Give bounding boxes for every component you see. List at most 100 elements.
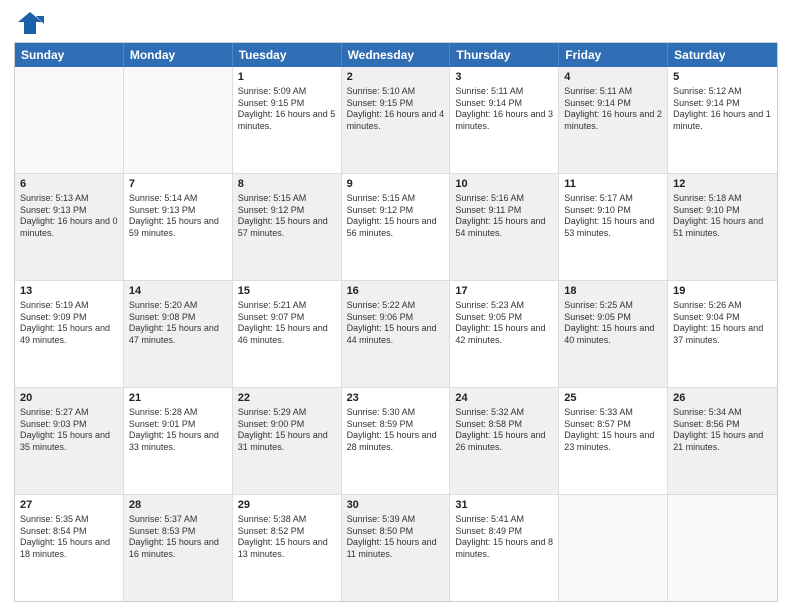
calendar-cell-empty [559, 495, 668, 601]
cell-info: Sunrise: 5:34 AM Sunset: 8:56 PM Dayligh… [673, 407, 772, 454]
day-number: 9 [347, 177, 445, 192]
weekday-header-friday: Friday [559, 43, 668, 67]
cell-info: Sunrise: 5:15 AM Sunset: 9:12 PM Dayligh… [238, 193, 336, 240]
week-row-3: 13Sunrise: 5:19 AM Sunset: 9:09 PM Dayli… [15, 281, 777, 388]
day-number: 8 [238, 177, 336, 192]
day-number: 10 [455, 177, 553, 192]
day-number: 23 [347, 391, 445, 406]
calendar-header: SundayMondayTuesdayWednesdayThursdayFrid… [15, 43, 777, 67]
cell-info: Sunrise: 5:38 AM Sunset: 8:52 PM Dayligh… [238, 514, 336, 561]
day-number: 31 [455, 498, 553, 513]
day-number: 2 [347, 70, 445, 85]
calendar-cell-1: 1Sunrise: 5:09 AM Sunset: 9:15 PM Daylig… [233, 67, 342, 173]
day-number: 24 [455, 391, 553, 406]
day-number: 28 [129, 498, 227, 513]
day-number: 15 [238, 284, 336, 299]
day-number: 25 [564, 391, 662, 406]
calendar-cell-18: 18Sunrise: 5:25 AM Sunset: 9:05 PM Dayli… [559, 281, 668, 387]
day-number: 30 [347, 498, 445, 513]
calendar-cell-16: 16Sunrise: 5:22 AM Sunset: 9:06 PM Dayli… [342, 281, 451, 387]
calendar-cell-4: 4Sunrise: 5:11 AM Sunset: 9:14 PM Daylig… [559, 67, 668, 173]
day-number: 1 [238, 70, 336, 85]
cell-info: Sunrise: 5:11 AM Sunset: 9:14 PM Dayligh… [564, 86, 662, 133]
week-row-2: 6Sunrise: 5:13 AM Sunset: 9:13 PM Daylig… [15, 174, 777, 281]
cell-info: Sunrise: 5:27 AM Sunset: 9:03 PM Dayligh… [20, 407, 118, 454]
calendar-cell-19: 19Sunrise: 5:26 AM Sunset: 9:04 PM Dayli… [668, 281, 777, 387]
calendar-cell-22: 22Sunrise: 5:29 AM Sunset: 9:00 PM Dayli… [233, 388, 342, 494]
day-number: 6 [20, 177, 118, 192]
cell-info: Sunrise: 5:17 AM Sunset: 9:10 PM Dayligh… [564, 193, 662, 240]
day-number: 12 [673, 177, 772, 192]
header [14, 10, 778, 36]
cell-info: Sunrise: 5:11 AM Sunset: 9:14 PM Dayligh… [455, 86, 553, 133]
calendar-cell-17: 17Sunrise: 5:23 AM Sunset: 9:05 PM Dayli… [450, 281, 559, 387]
day-number: 21 [129, 391, 227, 406]
cell-info: Sunrise: 5:39 AM Sunset: 8:50 PM Dayligh… [347, 514, 445, 561]
day-number: 29 [238, 498, 336, 513]
week-row-4: 20Sunrise: 5:27 AM Sunset: 9:03 PM Dayli… [15, 388, 777, 495]
calendar-cell-empty [15, 67, 124, 173]
calendar-cell-empty [124, 67, 233, 173]
day-number: 26 [673, 391, 772, 406]
day-number: 16 [347, 284, 445, 299]
cell-info: Sunrise: 5:37 AM Sunset: 8:53 PM Dayligh… [129, 514, 227, 561]
calendar-cell-8: 8Sunrise: 5:15 AM Sunset: 9:12 PM Daylig… [233, 174, 342, 280]
day-number: 22 [238, 391, 336, 406]
calendar-cell-12: 12Sunrise: 5:18 AM Sunset: 9:10 PM Dayli… [668, 174, 777, 280]
calendar-cell-26: 26Sunrise: 5:34 AM Sunset: 8:56 PM Dayli… [668, 388, 777, 494]
weekday-header-thursday: Thursday [450, 43, 559, 67]
cell-info: Sunrise: 5:23 AM Sunset: 9:05 PM Dayligh… [455, 300, 553, 347]
calendar-cell-15: 15Sunrise: 5:21 AM Sunset: 9:07 PM Dayli… [233, 281, 342, 387]
calendar-cell-27: 27Sunrise: 5:35 AM Sunset: 8:54 PM Dayli… [15, 495, 124, 601]
calendar-cell-9: 9Sunrise: 5:15 AM Sunset: 9:12 PM Daylig… [342, 174, 451, 280]
cell-info: Sunrise: 5:12 AM Sunset: 9:14 PM Dayligh… [673, 86, 772, 133]
calendar-cell-14: 14Sunrise: 5:20 AM Sunset: 9:08 PM Dayli… [124, 281, 233, 387]
cell-info: Sunrise: 5:16 AM Sunset: 9:11 PM Dayligh… [455, 193, 553, 240]
cell-info: Sunrise: 5:09 AM Sunset: 9:15 PM Dayligh… [238, 86, 336, 133]
weekday-header-monday: Monday [124, 43, 233, 67]
day-number: 20 [20, 391, 118, 406]
day-number: 14 [129, 284, 227, 299]
calendar-cell-31: 31Sunrise: 5:41 AM Sunset: 8:49 PM Dayli… [450, 495, 559, 601]
weekday-header-wednesday: Wednesday [342, 43, 451, 67]
calendar-cell-6: 6Sunrise: 5:13 AM Sunset: 9:13 PM Daylig… [15, 174, 124, 280]
day-number: 11 [564, 177, 662, 192]
calendar-cell-11: 11Sunrise: 5:17 AM Sunset: 9:10 PM Dayli… [559, 174, 668, 280]
cell-info: Sunrise: 5:10 AM Sunset: 9:15 PM Dayligh… [347, 86, 445, 133]
logo [14, 10, 48, 36]
day-number: 13 [20, 284, 118, 299]
calendar-cell-empty [668, 495, 777, 601]
cell-info: Sunrise: 5:14 AM Sunset: 9:13 PM Dayligh… [129, 193, 227, 240]
calendar-cell-29: 29Sunrise: 5:38 AM Sunset: 8:52 PM Dayli… [233, 495, 342, 601]
calendar-cell-5: 5Sunrise: 5:12 AM Sunset: 9:14 PM Daylig… [668, 67, 777, 173]
cell-info: Sunrise: 5:21 AM Sunset: 9:07 PM Dayligh… [238, 300, 336, 347]
day-number: 7 [129, 177, 227, 192]
calendar-cell-23: 23Sunrise: 5:30 AM Sunset: 8:59 PM Dayli… [342, 388, 451, 494]
day-number: 19 [673, 284, 772, 299]
cell-info: Sunrise: 5:15 AM Sunset: 9:12 PM Dayligh… [347, 193, 445, 240]
day-number: 3 [455, 70, 553, 85]
calendar-cell-7: 7Sunrise: 5:14 AM Sunset: 9:13 PM Daylig… [124, 174, 233, 280]
cell-info: Sunrise: 5:35 AM Sunset: 8:54 PM Dayligh… [20, 514, 118, 561]
calendar-cell-2: 2Sunrise: 5:10 AM Sunset: 9:15 PM Daylig… [342, 67, 451, 173]
cell-info: Sunrise: 5:25 AM Sunset: 9:05 PM Dayligh… [564, 300, 662, 347]
calendar: SundayMondayTuesdayWednesdayThursdayFrid… [14, 42, 778, 602]
weekday-header-saturday: Saturday [668, 43, 777, 67]
cell-info: Sunrise: 5:20 AM Sunset: 9:08 PM Dayligh… [129, 300, 227, 347]
calendar-cell-28: 28Sunrise: 5:37 AM Sunset: 8:53 PM Dayli… [124, 495, 233, 601]
cell-info: Sunrise: 5:26 AM Sunset: 9:04 PM Dayligh… [673, 300, 772, 347]
weekday-header-tuesday: Tuesday [233, 43, 342, 67]
week-row-1: 1Sunrise: 5:09 AM Sunset: 9:15 PM Daylig… [15, 67, 777, 174]
cell-info: Sunrise: 5:19 AM Sunset: 9:09 PM Dayligh… [20, 300, 118, 347]
weekday-header-sunday: Sunday [15, 43, 124, 67]
cell-info: Sunrise: 5:22 AM Sunset: 9:06 PM Dayligh… [347, 300, 445, 347]
cell-info: Sunrise: 5:30 AM Sunset: 8:59 PM Dayligh… [347, 407, 445, 454]
logo-icon [14, 10, 44, 36]
cell-info: Sunrise: 5:32 AM Sunset: 8:58 PM Dayligh… [455, 407, 553, 454]
calendar-cell-30: 30Sunrise: 5:39 AM Sunset: 8:50 PM Dayli… [342, 495, 451, 601]
calendar-cell-21: 21Sunrise: 5:28 AM Sunset: 9:01 PM Dayli… [124, 388, 233, 494]
calendar-cell-24: 24Sunrise: 5:32 AM Sunset: 8:58 PM Dayli… [450, 388, 559, 494]
cell-info: Sunrise: 5:33 AM Sunset: 8:57 PM Dayligh… [564, 407, 662, 454]
cell-info: Sunrise: 5:13 AM Sunset: 9:13 PM Dayligh… [20, 193, 118, 240]
calendar-cell-3: 3Sunrise: 5:11 AM Sunset: 9:14 PM Daylig… [450, 67, 559, 173]
